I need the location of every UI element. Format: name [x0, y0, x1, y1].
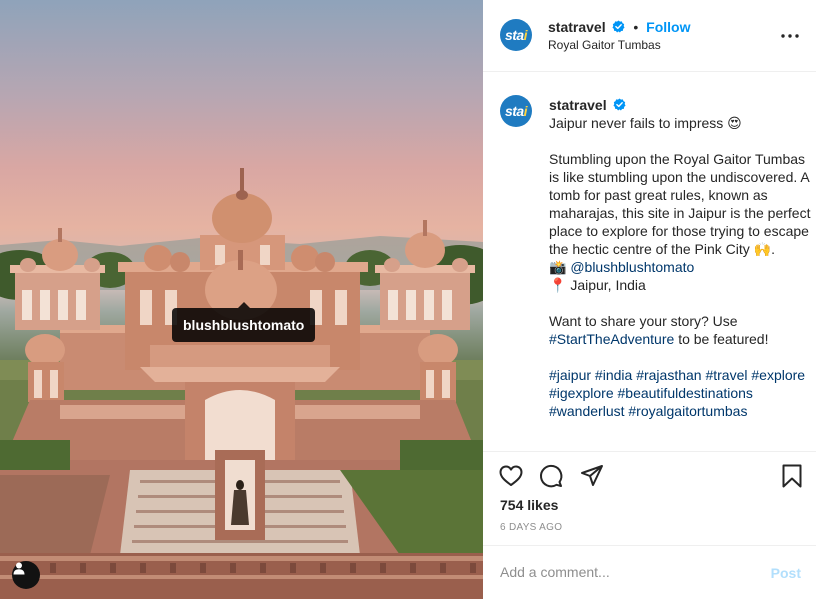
- tagged-user-label[interactable]: blushblushtomato: [172, 302, 316, 342]
- avatar-text: sta: [504, 103, 524, 119]
- post-header: sta i statravel • Follow Royal Gaitor Tum…: [483, 0, 816, 72]
- likes-count[interactable]: 754 likes: [500, 497, 558, 513]
- more-horizontal-icon[interactable]: [778, 26, 802, 46]
- share-suffix: to be featured!: [678, 331, 769, 347]
- caption-text: statravel Jaipur never fails to impress …: [549, 96, 811, 420]
- post-comment-button[interactable]: Post: [771, 565, 801, 581]
- photo-credit: 📸 @blushblushtomato: [549, 258, 811, 276]
- heart-icon[interactable]: [498, 463, 524, 489]
- post-photo[interactable]: blushblushtomato: [0, 0, 483, 599]
- hashtag-link[interactable]: #royalgaitortumbas: [628, 403, 747, 419]
- place-text: Jaipur, India: [570, 277, 646, 293]
- caption-line1: Jaipur never fails to impress 😍: [549, 115, 742, 131]
- avatar[interactable]: sta i: [500, 19, 532, 51]
- hashtag-link[interactable]: #wanderlust: [549, 403, 625, 419]
- post-date[interactable]: 6 DAYS AGO: [500, 522, 562, 533]
- credit-mention-link[interactable]: @blushblushtomato: [570, 259, 694, 275]
- photo-illustration: [0, 158, 483, 599]
- hashtag-link[interactable]: #jaipur: [549, 367, 591, 383]
- hashtags: #jaipur #india #rajasthan #travel #explo…: [549, 366, 811, 420]
- share-line: Want to share your story? Use #StartTheA…: [549, 312, 811, 348]
- bookmark-icon[interactable]: [779, 463, 805, 489]
- username-link[interactable]: statravel: [548, 19, 606, 35]
- pin-emoji: 📍: [549, 277, 567, 293]
- avatar-dot: i: [523, 103, 528, 119]
- header-user-line: statravel • Follow: [548, 19, 691, 35]
- header-separator: •: [633, 19, 639, 35]
- comment-icon[interactable]: [538, 463, 564, 489]
- user-tags-button[interactable]: [12, 561, 40, 589]
- avatar-text: sta: [504, 27, 524, 43]
- location-link[interactable]: Royal Gaitor Tumbas: [548, 38, 661, 52]
- hashtag-link[interactable]: #StartTheAdventure: [549, 331, 674, 347]
- caption-avatar[interactable]: sta i: [500, 95, 532, 127]
- follow-button[interactable]: Follow: [646, 19, 690, 35]
- avatar-dot: i: [523, 27, 528, 43]
- caption-username[interactable]: statravel: [549, 97, 607, 113]
- caption-area: sta i statravel Jaipur never fails to imp…: [483, 72, 816, 452]
- verified-badge-icon: [612, 20, 626, 33]
- camera-emoji: 📸: [549, 259, 567, 275]
- user-icon: [13, 562, 25, 575]
- hashtag-link[interactable]: #india: [595, 367, 632, 383]
- caption-paragraph: Stumbling upon the Royal Gaitor Tumbas i…: [549, 151, 811, 257]
- place-line: 📍 Jaipur, India: [549, 276, 811, 294]
- comment-input[interactable]: [500, 560, 750, 584]
- share-text: Want to share your story? Use: [549, 313, 738, 329]
- hashtag-link[interactable]: #travel: [705, 367, 747, 383]
- comment-box: Post: [483, 545, 816, 598]
- hashtag-link[interactable]: #igexplore: [549, 385, 614, 401]
- hashtag-link[interactable]: #explore: [751, 367, 805, 383]
- hashtag-link[interactable]: #rajasthan: [636, 367, 701, 383]
- hashtag-link[interactable]: #beautifuldestinations: [618, 385, 753, 401]
- post-actions: 754 likes 6 DAYS AGO Post: [483, 451, 816, 597]
- post-details-panel: sta i statravel • Follow Royal Gaitor Tum…: [483, 0, 816, 599]
- verified-badge-icon: [613, 98, 627, 111]
- paper-plane-icon[interactable]: [579, 463, 605, 489]
